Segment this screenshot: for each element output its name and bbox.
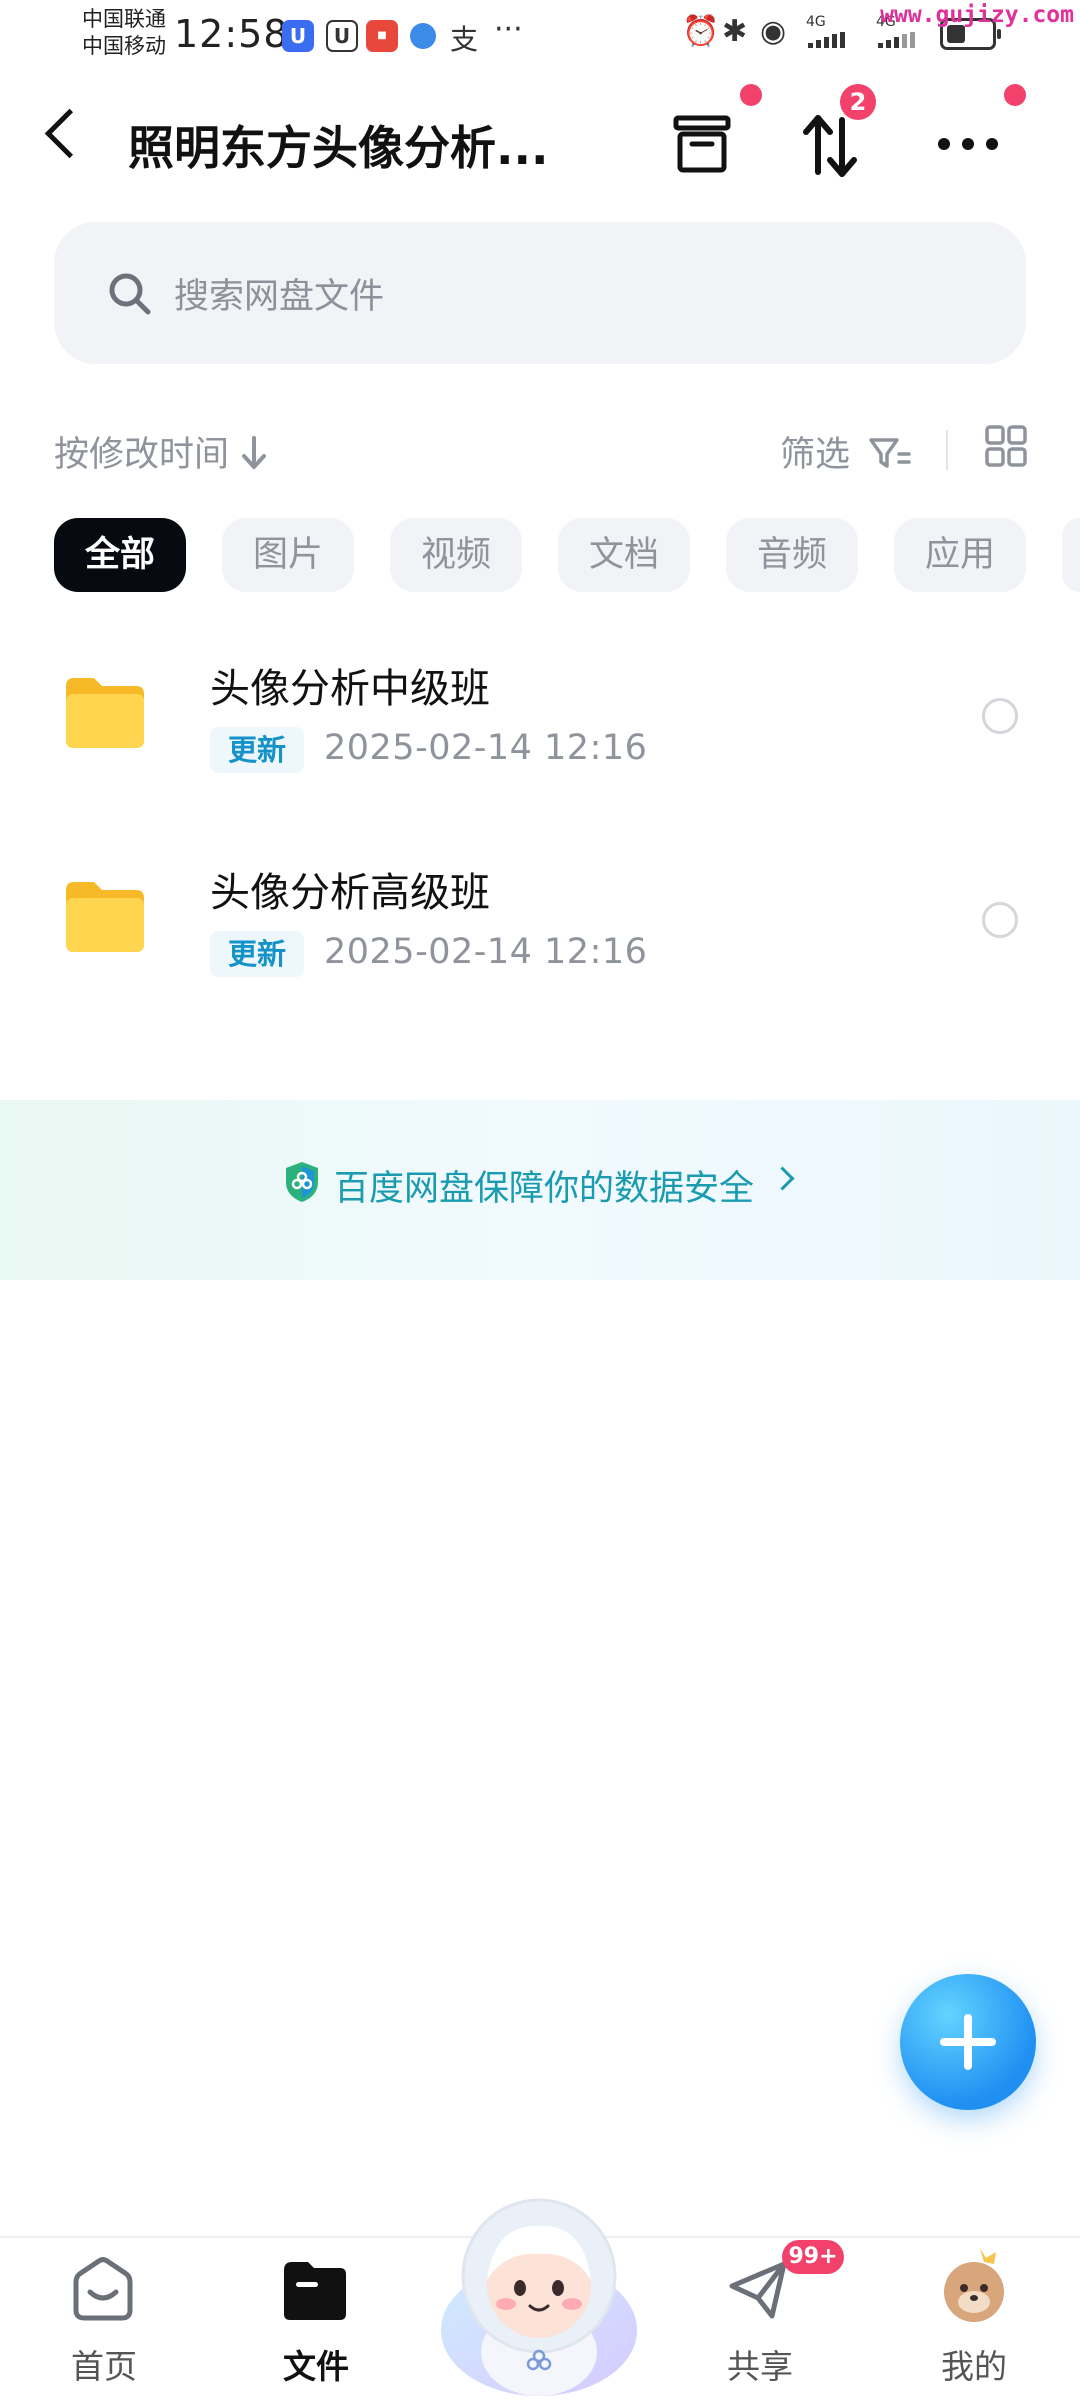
signal-icon [808,32,848,48]
browser-notification-icon [410,23,436,49]
chip-images[interactable]: 图片 [222,518,354,592]
profile-avatar-icon [944,2248,1004,2322]
carrier-1: 中国联通 [82,7,166,31]
status-time: 12:58 [174,12,289,56]
chip-audio[interactable]: 音频 [726,518,858,592]
nav-label-files: 文件 [283,2347,349,2386]
mascot-icon [441,2198,637,2396]
nav-item-files[interactable]: 文件 [236,2236,396,2400]
mascot-button[interactable] [424,2180,654,2400]
share-count-badge: 99+ [782,2240,844,2274]
transfer-count-badge: 2 [840,84,876,120]
shop-notification-icon: ■ [366,20,398,52]
chip-videos[interactable]: 视频 [390,518,522,592]
chip-apps[interactable]: 应用 [894,518,1026,592]
select-radio[interactable] [982,698,1018,734]
shield-icon [282,1160,322,1204]
folder-icon [62,878,148,956]
file-name: 头像分析高级班 [210,870,490,916]
app-notification-icon: U [326,20,358,52]
file-modified-time: 2025-02-14 12:16 [324,932,648,972]
hotspot-icon: ◉ [760,14,787,49]
status-carriers: 中国联通 中国移动 [82,6,166,60]
list-item[interactable] [0,838,1080,1018]
grid-view-icon [985,425,1027,467]
app-notification-icon: U [282,20,314,52]
grid-view-button[interactable] [984,424,1028,468]
share-icon [729,2261,787,2319]
notification-dot [740,84,762,106]
alipay-notification-icon: 支 [450,23,479,56]
folder-icon [62,674,148,752]
filter-icon [869,438,911,468]
nav-label-home: 首页 [71,2347,137,2386]
updated-tag: 更新 [210,931,304,977]
nav-item-me[interactable]: 我的 [894,2236,1054,2400]
network-type-1: 4G [806,14,826,30]
archive-box-icon [673,115,731,173]
select-radio[interactable] [982,902,1018,938]
list-item[interactable] [0,634,1080,814]
home-icon [73,2257,133,2321]
folder-icon [284,2262,346,2320]
carrier-2: 中国移动 [82,34,166,58]
watermark: www.gujizy.com [880,2,1074,28]
recycle-bin-button[interactable] [662,106,742,186]
more-dots-icon [938,138,998,150]
arrow-down-icon [242,436,267,469]
alarm-icon: ⏰ [682,14,720,49]
filter-label: 筛选 [780,435,851,475]
search-icon [106,270,154,318]
back-button[interactable] [44,108,95,159]
nav-label-me: 我的 [941,2347,1007,2386]
filter-button[interactable]: 筛选 [780,426,913,477]
add-button[interactable] [900,1974,1036,2110]
chip-documents[interactable]: 文档 [558,518,690,592]
chip-more[interactable] [1062,518,1080,592]
sort-label: 按修改时间 [54,435,230,475]
nav-item-home[interactable]: 首页 [24,2236,184,2400]
file-name: 头像分析中级班 [210,666,490,712]
toolbar-divider [946,430,948,470]
more-options-button[interactable] [928,106,1008,186]
page-title: 照明东方头像分析... [128,121,549,175]
bluetooth-icon: ✱ [722,14,748,49]
notification-dot [1004,84,1026,106]
safety-banner-text: 百度网盘保障你的数据安全 [334,1169,755,1209]
chip-all[interactable]: 全部 [54,518,186,592]
file-modified-time: 2025-02-14 12:16 [324,728,648,768]
search-placeholder: 搜索网盘文件 [174,277,385,317]
plus-icon [964,2014,972,2070]
nav-label-share: 共享 [727,2347,793,2386]
sort-button[interactable]: 按修改时间 [54,426,268,477]
updated-tag: 更新 [210,727,304,773]
more-notifications-icon: ··· [494,12,523,47]
signal-icon [878,32,918,48]
